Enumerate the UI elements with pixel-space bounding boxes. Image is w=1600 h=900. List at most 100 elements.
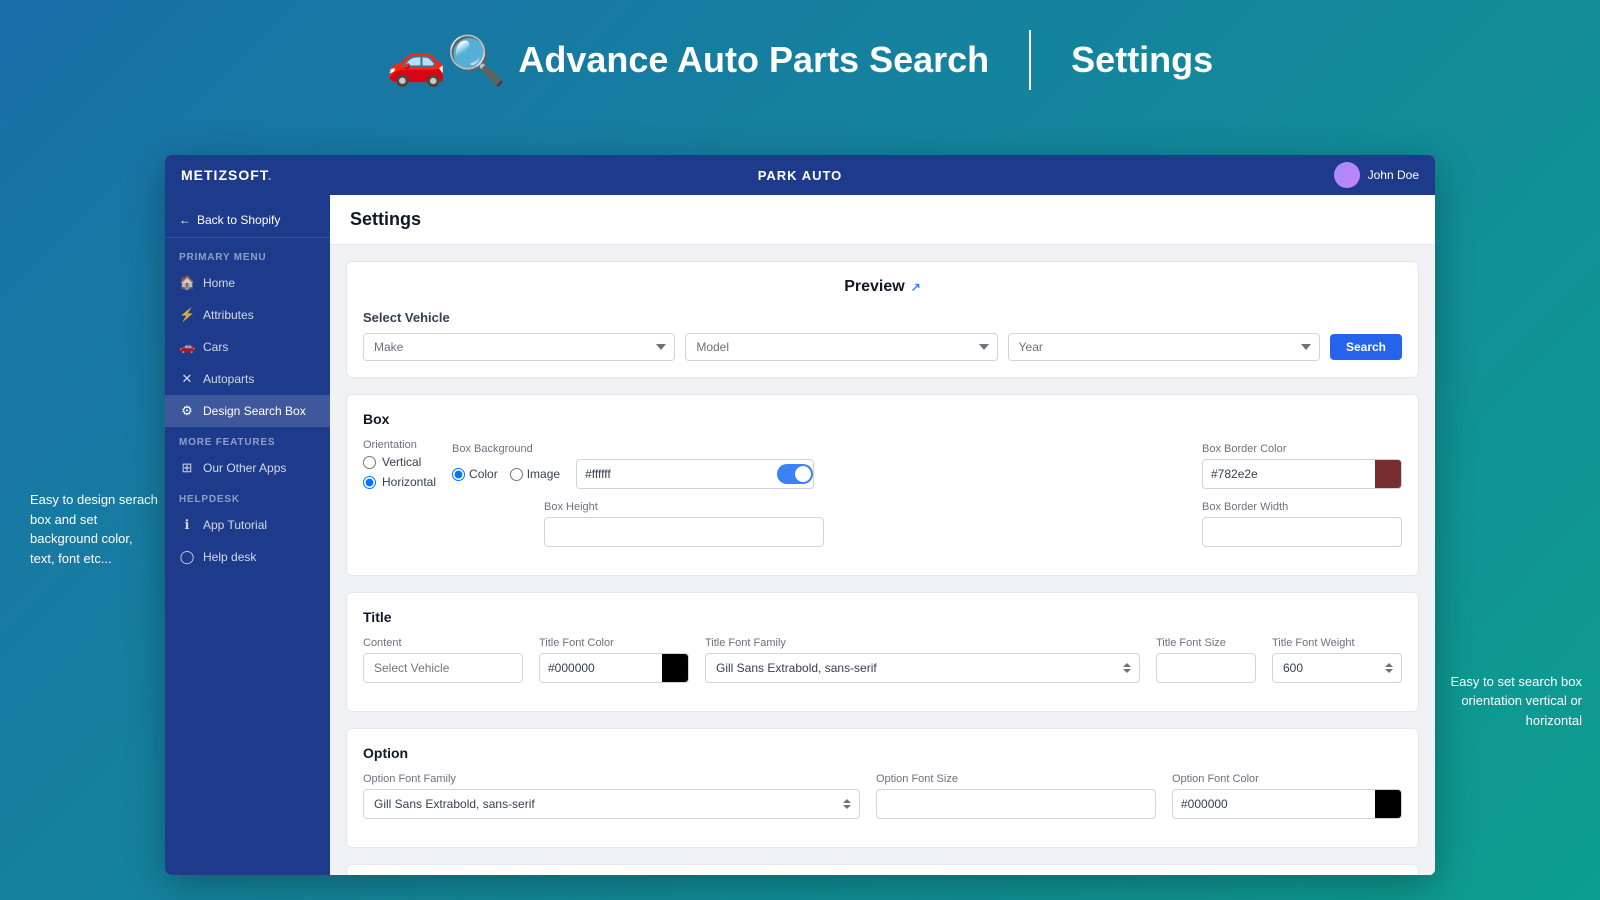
border-color-swatch[interactable] (1375, 459, 1401, 489)
option-font-size-group: Option Font Size 14 (876, 773, 1156, 819)
sidebar-cars-label: Cars (203, 340, 228, 354)
option-font-size-input[interactable]: 14 (876, 789, 1156, 819)
title-font-weight-select[interactable]: 600 (1272, 653, 1402, 683)
bg-color-input[interactable] (577, 463, 777, 485)
option-font-family-label: Option Font Family (363, 773, 860, 785)
preview-card: Preview ↗ Select Vehicle Make Model Year (346, 261, 1419, 378)
sidebar-item-cars[interactable]: 🚗 Cars (165, 331, 330, 363)
box-border-width-label: Box Border Width (1202, 501, 1402, 513)
title-font-color-label: Title Font Color (539, 637, 689, 649)
bg-color-toggle[interactable] (777, 464, 813, 484)
vehicle-select-label: Select Vehicle (363, 310, 1402, 325)
callout-left: Easy to design serach box and set backgr… (30, 490, 160, 568)
box-border-color-group: Box Border Color (1202, 443, 1402, 489)
home-icon: 🏠 (179, 275, 195, 291)
image-radio-input[interactable] (510, 468, 523, 481)
external-link-icon[interactable]: ↗ (911, 280, 921, 294)
apps-icon: ⊞ (179, 460, 195, 476)
sidebar: ← Back to Shopify PRIMARY MENU 🏠 Home ⚡ … (165, 195, 330, 875)
box-height-input[interactable]: 80 (544, 517, 824, 547)
title-form-row: Content Title Font Color Title Font Fami… (363, 637, 1402, 683)
title-font-family-group: Title Font Family Gill Sans Extrabold, s… (705, 637, 1140, 683)
title-font-weight-label: Title Font Weight (1272, 637, 1402, 649)
option-font-color-input[interactable] (1173, 793, 1375, 815)
avatar (1334, 162, 1360, 188)
vehicle-search-button[interactable]: Search (1330, 334, 1402, 360)
sidebar-item-home[interactable]: 🏠 Home (165, 267, 330, 299)
title-content-input[interactable] (363, 653, 523, 683)
color-radio-input[interactable] (452, 468, 465, 481)
title-font-size-label: Title Font Size (1156, 637, 1256, 649)
year-select[interactable]: Year (1008, 333, 1320, 361)
sidebar-item-our-other-apps[interactable]: ⊞ Our Other Apps (165, 452, 330, 484)
sidebar-item-help-desk[interactable]: ◯ Help desk (165, 541, 330, 573)
title-font-weight-group: Title Font Weight 600 (1272, 637, 1402, 683)
back-to-shopify-button[interactable]: ← Back to Shopify (165, 203, 330, 238)
vertical-radio[interactable]: Vertical (363, 455, 436, 469)
app-body: ← Back to Shopify PRIMARY MENU 🏠 Home ⚡ … (165, 195, 1435, 875)
option-font-color-group: Option Font Color (1172, 773, 1402, 819)
callout-right: Easy to set search box orientation verti… (1432, 672, 1582, 731)
cars-icon: 🚗 (179, 339, 195, 355)
preview-title: Preview ↗ (363, 278, 1402, 296)
title-font-family-label: Title Font Family (705, 637, 1140, 649)
box-dimensions-row: Box Height 80 Box Border Width 0 (363, 501, 1402, 547)
vertical-label: Vertical (382, 455, 421, 469)
option-font-color-swatch[interactable] (1375, 789, 1401, 819)
sidebar-item-attributes[interactable]: ⚡ Attributes (165, 299, 330, 331)
page-header: 🚗🔍 Advance Auto Parts Search Settings (0, 0, 1600, 110)
main-content: Settings Preview ↗ Select Vehicle Make (330, 195, 1435, 875)
option-font-color-label: Option Font Color (1172, 773, 1402, 785)
vehicle-selects: Make Model Year Search (363, 333, 1402, 361)
horizontal-label: Horizontal (382, 475, 436, 489)
option-form-row: Option Font Family Gill Sans Extrabold, … (363, 773, 1402, 819)
title-font-color-group: Title Font Color (539, 637, 689, 683)
title-font-size-group: Title Font Size 20 (1156, 637, 1256, 683)
orientation-group: Orientation Vertical Horizontal (363, 439, 436, 489)
box-section-card: Box Orientation Vertical (346, 394, 1419, 576)
title-content-group: Content (363, 637, 523, 683)
app-window: METIZSOFT. PARK AUTO John Doe ← Back to … (165, 155, 1435, 875)
app-logo: METIZSOFT. (181, 167, 273, 183)
sidebar-home-label: Home (203, 276, 235, 290)
header-title: Advance Auto Parts Search (518, 39, 989, 81)
box-border-width-input[interactable]: 0 (1202, 517, 1402, 547)
back-label: Back to Shopify (197, 213, 280, 227)
top-bar: METIZSOFT. PARK AUTO John Doe (165, 155, 1435, 195)
primary-menu-label: PRIMARY MENU (165, 246, 330, 267)
horizontal-radio[interactable]: Horizontal (363, 475, 436, 489)
sidebar-item-design-search-box[interactable]: ⚙ Design Search Box (165, 395, 330, 427)
image-option[interactable]: Image (510, 467, 560, 481)
sidebar-autoparts-label: Autoparts (203, 372, 254, 386)
option-section-title: Option (363, 745, 1402, 761)
option-font-family-select[interactable]: Gill Sans Extrabold, sans-serif (363, 789, 860, 819)
attributes-icon: ⚡ (179, 307, 195, 323)
title-font-color-input-group (539, 653, 689, 683)
header-divider (1029, 30, 1031, 90)
title-font-family-select[interactable]: Gill Sans Extrabold, sans-serif (705, 653, 1140, 683)
box-form-row: Orientation Vertical Horizontal (363, 439, 1402, 489)
orientation-label: Orientation (363, 439, 436, 451)
color-option[interactable]: Color (452, 467, 498, 481)
page-title: Settings (350, 209, 1415, 230)
tutorial-icon: ℹ (179, 517, 195, 533)
option-font-family-group: Option Font Family Gill Sans Extrabold, … (363, 773, 860, 819)
make-select[interactable]: Make (363, 333, 675, 361)
title-section-card: Title Content Title Font Color (346, 592, 1419, 712)
header-subtitle: Settings (1071, 39, 1213, 81)
sidebar-item-autoparts[interactable]: ✕ Autoparts (165, 363, 330, 395)
car-search-icon: 🚗🔍 (387, 32, 507, 89)
sidebar-item-app-tutorial[interactable]: ℹ App Tutorial (165, 509, 330, 541)
title-font-color-input[interactable] (540, 657, 662, 679)
border-color-input[interactable] (1203, 463, 1375, 485)
title-font-size-input[interactable]: 20 (1156, 653, 1256, 683)
horizontal-radio-input[interactable] (363, 476, 376, 489)
box-bg-options: Color Image (452, 467, 560, 481)
title-font-color-swatch[interactable] (662, 653, 688, 683)
orientation-radio-group: Vertical Horizontal (363, 455, 436, 489)
vertical-radio-input[interactable] (363, 456, 376, 469)
model-select[interactable]: Model (685, 333, 997, 361)
content-body: Preview ↗ Select Vehicle Make Model Year (330, 245, 1435, 875)
bg-color-input-group (576, 459, 814, 489)
box-height-group: Box Height 80 (544, 501, 1186, 547)
